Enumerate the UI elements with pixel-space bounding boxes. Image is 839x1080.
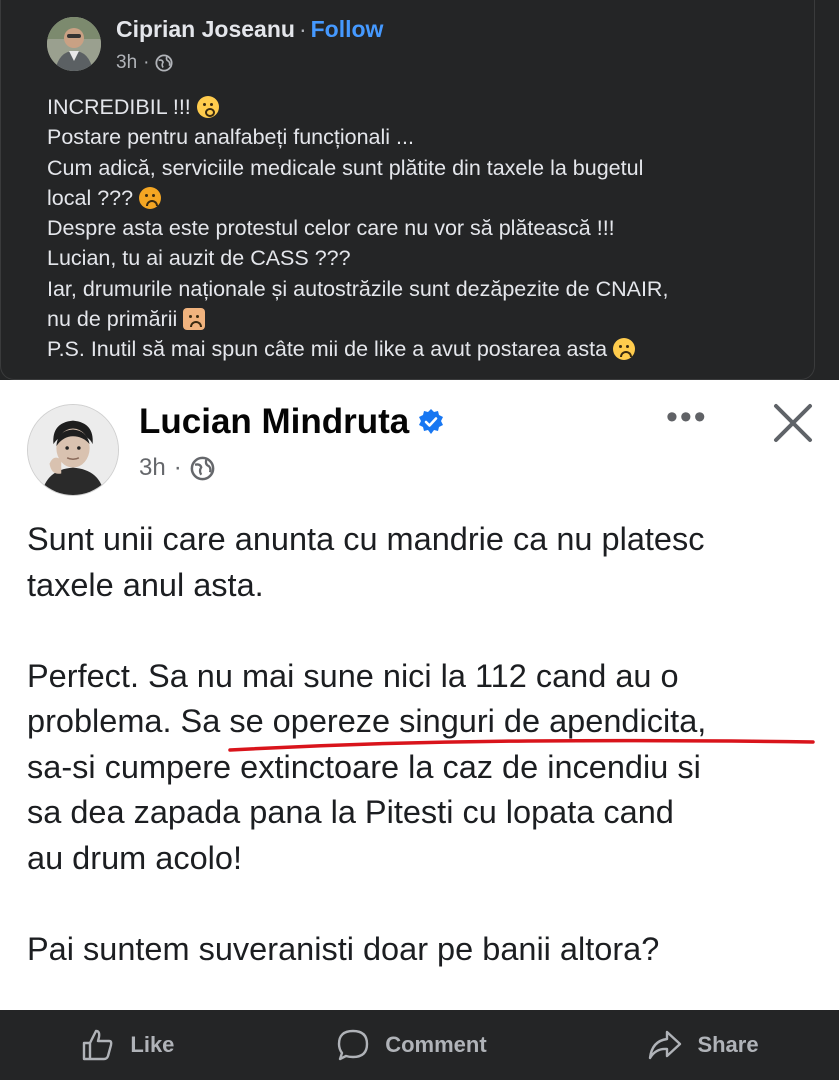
comment-bubble-icon: [338, 1029, 369, 1061]
avatar-photo-icon: [28, 405, 118, 495]
post-line: nu de primării: [47, 304, 807, 334]
post-line: Sunt unii care anunta cu mandrie ca nu p…: [27, 521, 705, 557]
post-line: taxele anul asta.: [27, 566, 264, 603]
shared-screenshot: Lucian Mindruta 3h · ••• Sunt unii care …: [0, 380, 839, 1010]
post-body: INCREDIBIL !!! Postare pentru analfabeți…: [47, 92, 807, 365]
author-line: Ciprian Joseanu · Follow: [116, 16, 383, 43]
post-line: local ???: [47, 183, 807, 213]
post-line: Pai suntem suveranisti doar pe banii alt…: [27, 930, 660, 967]
angry-face-emoji-icon: [139, 186, 162, 209]
person-shrugging-emoji-icon: [183, 308, 206, 331]
author-name: Lucian Mindruta: [139, 402, 410, 441]
close-icon: [774, 404, 812, 442]
share-label: Share: [697, 1032, 759, 1057]
verified-badge-icon: [419, 409, 444, 434]
post-line: au drum acolo!: [27, 839, 242, 876]
comment-button[interactable]: Comment: [335, 1027, 487, 1063]
more-options-icon: •••: [666, 398, 708, 436]
post-line: Despre asta este protestul celor care nu…: [47, 216, 615, 241]
post-meta: 3h ·: [139, 454, 215, 482]
post-line: P.S. Inutil să mai spun câte mii de like…: [47, 334, 807, 364]
red-underline-annotation: [228, 738, 815, 752]
post-meta: 3h ·: [116, 52, 174, 74]
author-name[interactable]: Ciprian Joseanu: [116, 16, 295, 42]
follow-button[interactable]: Follow: [311, 16, 384, 42]
post-action-bar: Like Comment Share: [0, 1010, 839, 1080]
face-screaming-emoji-icon: [196, 96, 219, 118]
post-line: sa dea zapada pana la Pitesti cu lopata …: [27, 794, 674, 830]
comment-label: Comment: [385, 1032, 487, 1057]
frowning-face-emoji-icon: [613, 338, 636, 361]
top-post: Ciprian Joseanu · Follow 3h · INCREDIBIL !…: [0, 0, 839, 380]
meta-separator: ·: [143, 52, 150, 73]
like-label: Like: [130, 1032, 175, 1057]
share-button[interactable]: Share: [647, 1027, 759, 1063]
like-button[interactable]: Like: [80, 1027, 174, 1063]
post-time: 3h: [139, 454, 166, 481]
globe-icon: [190, 456, 215, 480]
post-line: Iar, drumurile naționale și autostrăzile…: [47, 276, 669, 301]
separator-dot: ·: [298, 16, 307, 42]
avatar: [27, 404, 119, 496]
globe-icon: [155, 54, 174, 72]
thumbs-up-icon: [83, 1029, 113, 1061]
share-arrow-icon: [649, 1030, 682, 1060]
post-line: INCREDIBIL !!!: [47, 92, 807, 122]
post-time[interactable]: 3h: [116, 52, 137, 74]
top-post-card: Ciprian Joseanu · Follow 3h · INCREDIBIL !…: [0, 0, 815, 380]
avatar-photo-icon: [47, 17, 101, 71]
avatar[interactable]: [47, 17, 101, 71]
post-line: Lucian, tu ai auzit de CASS ???: [47, 246, 351, 271]
post-line: Cum adică, serviciile medicale sunt plăt…: [47, 155, 644, 180]
post-line: Postare pentru analfabeți funcționali ..…: [47, 125, 414, 150]
post-line: Perfect. Sa nu mai sune nici la 112 cand…: [27, 657, 679, 694]
meta-separator: ·: [173, 454, 182, 481]
author-line: Lucian Mindruta: [139, 402, 445, 442]
